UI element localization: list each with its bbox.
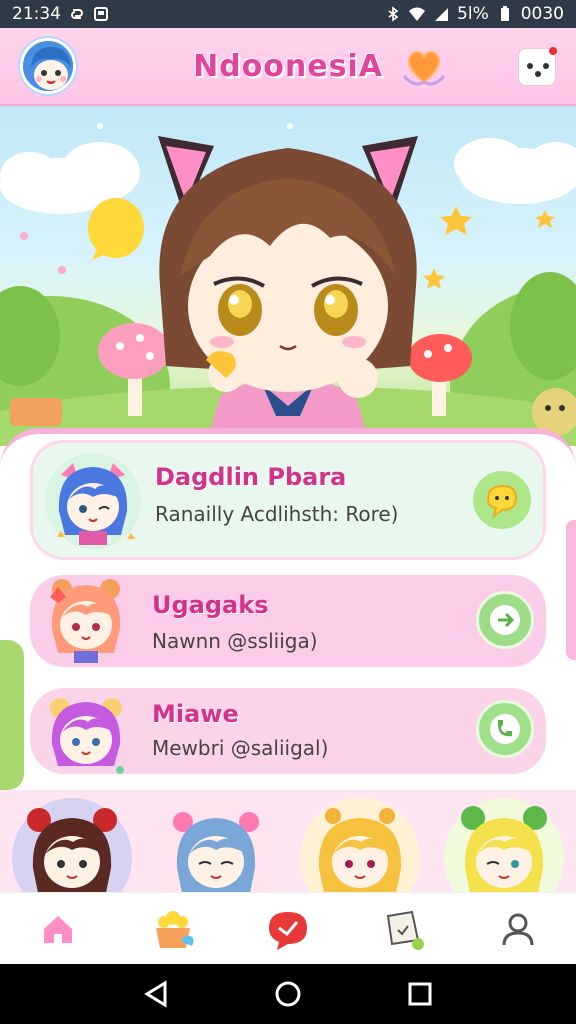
card-subtitle: Ranailly Acdlihsth: Rore) — [155, 502, 399, 526]
card-title: Miawe — [152, 700, 239, 728]
character-avatar — [461, 806, 547, 892]
favorites-button[interactable] — [400, 42, 448, 90]
dice-button[interactable] — [518, 47, 557, 86]
character-tile[interactable] — [288, 790, 432, 892]
status-bar: 21:34 5l% 0030 — [0, 0, 576, 28]
chat-bubble-icon — [486, 484, 518, 519]
character-tile[interactable] — [0, 790, 144, 892]
character-avatar — [50, 579, 121, 663]
character-tile[interactable] — [144, 790, 288, 892]
nav-notes[interactable] — [346, 893, 461, 964]
decorative-hill — [0, 640, 24, 790]
avatar-icon — [23, 41, 73, 91]
character-avatar — [318, 808, 402, 892]
chat-button[interactable] — [473, 471, 531, 529]
bluetooth-icon — [388, 6, 399, 22]
message-icon — [269, 911, 307, 950]
play-button[interactable] — [476, 591, 534, 649]
link-icon — [71, 9, 83, 19]
character-carousel — [0, 790, 576, 892]
back-button[interactable] — [136, 974, 176, 1014]
battery-level: 5l% — [457, 4, 489, 24]
back-triangle-icon — [144, 980, 167, 1008]
hero-banner — [0, 106, 576, 446]
phone-icon — [490, 714, 520, 744]
note-icon — [387, 910, 425, 950]
nav-messages[interactable] — [230, 893, 345, 964]
list-item[interactable]: Dagdlin Pbara Ranailly Acdlihsth: Rore) — [30, 440, 546, 560]
character-avatar — [173, 812, 259, 892]
call-button[interactable] — [476, 700, 534, 758]
recents-square-icon — [408, 982, 432, 1006]
character-tile[interactable] — [432, 790, 576, 892]
signal-icon — [435, 8, 449, 21]
home-button[interactable] — [268, 974, 308, 1014]
profile-avatar-button[interactable] — [20, 38, 76, 94]
side-drawer-handle[interactable] — [566, 520, 576, 660]
card-subtitle: Nawnn @ssliiga) — [152, 629, 318, 653]
home-circle-icon — [275, 981, 301, 1007]
system-navigation-bar — [0, 964, 576, 1024]
home-icon — [43, 915, 72, 943]
nav-home[interactable] — [0, 893, 115, 964]
nav-gifts[interactable] — [115, 893, 230, 964]
status-clock: 0030 — [520, 4, 564, 24]
play-arrow-icon — [490, 605, 520, 635]
app-title: NdoonesiA — [193, 48, 383, 84]
profile-icon — [502, 913, 534, 945]
notification-dot — [549, 47, 557, 55]
hero-illustration — [0, 123, 576, 446]
bottom-navigation — [0, 892, 576, 964]
card-title: Dagdlin Pbara — [155, 463, 347, 491]
card-subtitle: Mewbri @saliigal) — [152, 736, 329, 760]
card-title: Ugagaks — [152, 591, 269, 619]
list-item[interactable]: Miawe Mewbri @saliigal) — [30, 688, 546, 774]
gift-icon — [155, 910, 194, 948]
notification-icon — [94, 7, 108, 21]
recents-button[interactable] — [400, 974, 440, 1014]
character-avatar — [50, 698, 124, 774]
app-header: NdoonesiA — [0, 28, 576, 106]
heart-icon — [402, 50, 446, 86]
nav-profile[interactable] — [461, 893, 576, 964]
status-time: 21:34 — [12, 4, 61, 24]
wifi-icon — [409, 7, 426, 21]
list-item[interactable]: Ugagaks Nawnn @ssliiga) — [30, 575, 546, 667]
character-avatar — [45, 453, 141, 549]
character-avatar — [27, 808, 117, 892]
battery-icon — [500, 6, 509, 21]
